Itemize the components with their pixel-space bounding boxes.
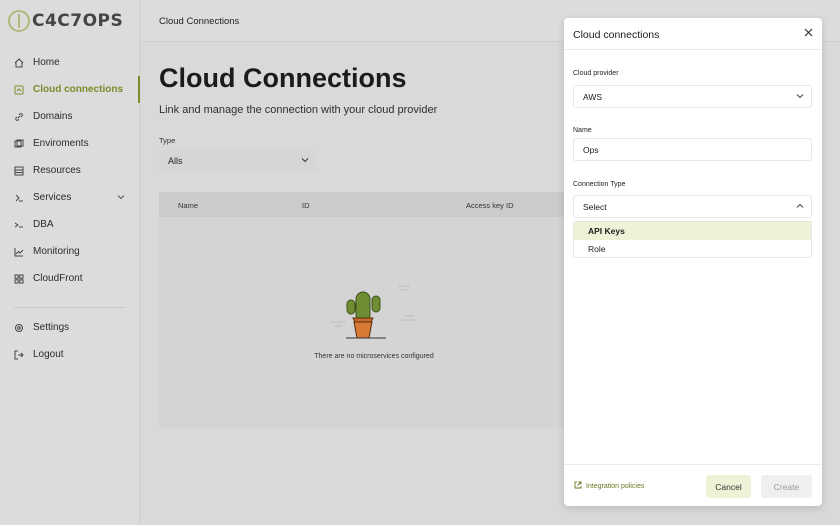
modal-header: Cloud connections <box>564 18 822 50</box>
column-header-id[interactable]: ID <box>302 201 310 210</box>
create-button[interactable]: Create <box>761 475 812 498</box>
cactus-illustration <box>330 285 416 339</box>
modal-footer: Integration policies Cancel Create <box>564 464 822 506</box>
type-filter-label: Type <box>159 136 176 145</box>
sidebar-divider <box>14 307 125 308</box>
cancel-button[interactable]: Cancel <box>706 475 751 498</box>
sidebar-item-domains[interactable]: Domains <box>0 103 139 130</box>
chevron-down-icon <box>301 156 309 166</box>
terminal-icon <box>14 220 24 230</box>
logo-text: C4C7OPS <box>32 11 124 31</box>
sidebar-item-label: Settings <box>33 322 70 333</box>
sidebar-item-label: CloudFront <box>33 273 83 284</box>
cloud-provider-select[interactable]: AWS <box>573 85 812 108</box>
link-icon <box>14 112 24 122</box>
logo[interactable]: C4C7OPS <box>8 10 123 32</box>
option-role[interactable]: Role <box>574 240 811 258</box>
chevron-down-icon[interactable] <box>117 193 125 203</box>
sidebar-item-label: Domains <box>33 111 73 122</box>
integration-policies-link[interactable]: Integration policies <box>574 481 644 491</box>
gear-icon <box>14 323 24 333</box>
chevron-down-icon <box>796 92 804 102</box>
sidebar-item-label: Monitoring <box>33 246 80 257</box>
column-header-name[interactable]: Name <box>178 201 198 210</box>
logout-icon <box>14 350 24 360</box>
cloud-connection-modal: Cloud connections Cloud provider AWS Nam… <box>564 18 822 506</box>
sidebar-item-label: DBA <box>33 219 54 230</box>
layers-icon <box>14 139 24 149</box>
connections-table: Name ID Access key ID There are no micro… <box>159 192 589 428</box>
type-filter-value: Alls <box>168 156 183 166</box>
external-link-icon <box>574 481 582 491</box>
sidebar-item-label: Home <box>33 57 60 68</box>
connection-type-value: Select <box>583 201 607 212</box>
sidebar-item-services[interactable]: Services <box>0 184 139 211</box>
close-icon[interactable] <box>804 28 813 40</box>
page-subtitle: Link and manage the connection with your… <box>159 104 438 116</box>
integration-policies-label: Integration policies <box>586 482 645 490</box>
type-filter-select[interactable]: Alls <box>159 150 317 172</box>
sidebar-item-label: Logout <box>33 349 64 360</box>
logo-icon <box>8 10 30 32</box>
sidebar-item-cloudfront[interactable]: CloudFront <box>0 265 139 292</box>
sidebar-item-logout[interactable]: Logout <box>0 341 139 368</box>
sidebar-item-label: Resources <box>33 165 81 176</box>
connection-type-select[interactable]: Select <box>573 195 812 218</box>
column-header-access-key-id[interactable]: Access key ID <box>466 201 514 210</box>
chart-icon <box>14 247 24 257</box>
sidebar-item-resources[interactable]: Resources <box>0 157 139 184</box>
sidebar: C4C7OPS Home Cloud connections Domains E… <box>0 0 140 525</box>
sidebar-item-label: Enviroments <box>33 138 89 149</box>
sidebar-item-label: Services <box>33 192 72 203</box>
cloud-icon <box>14 85 24 95</box>
page-title: Cloud Connections <box>159 63 407 93</box>
connection-type-dropdown: API Keys Role <box>573 221 812 258</box>
empty-state: There are no microservices configured <box>159 280 589 360</box>
home-icon <box>14 57 24 68</box>
sidebar-item-cloud-connections[interactable]: Cloud connections <box>0 76 140 103</box>
modal-title: Cloud connections <box>573 29 660 41</box>
sidebar-item-enviroments[interactable]: Enviroments <box>0 130 139 157</box>
grid-icon <box>14 274 24 284</box>
name-input-value: Ops <box>583 144 599 155</box>
sidebar-item-settings[interactable]: Settings <box>0 314 139 341</box>
services-icon <box>14 193 24 203</box>
option-api-keys[interactable]: API Keys <box>574 222 811 240</box>
name-input[interactable]: Ops <box>573 138 812 161</box>
sidebar-item-monitoring[interactable]: Monitoring <box>0 238 139 265</box>
table-header: Name ID Access key ID <box>159 192 589 217</box>
sidebar-item-dba[interactable]: DBA <box>0 211 139 238</box>
cloud-provider-value: AWS <box>583 91 603 102</box>
breadcrumb: Cloud Connections <box>159 16 240 27</box>
sidebar-nav: Home Cloud connections Domains Enviromen… <box>0 49 140 368</box>
connection-type-label: Connection Type <box>573 181 626 188</box>
chevron-up-icon <box>796 202 804 212</box>
box-icon <box>14 166 24 176</box>
name-label: Name <box>573 127 592 134</box>
sidebar-item-label: Cloud connections <box>33 84 123 95</box>
cloud-provider-label: Cloud provider <box>573 70 619 77</box>
sidebar-item-home[interactable]: Home <box>0 49 139 76</box>
empty-state-message: There are no microservices configured <box>314 353 434 360</box>
